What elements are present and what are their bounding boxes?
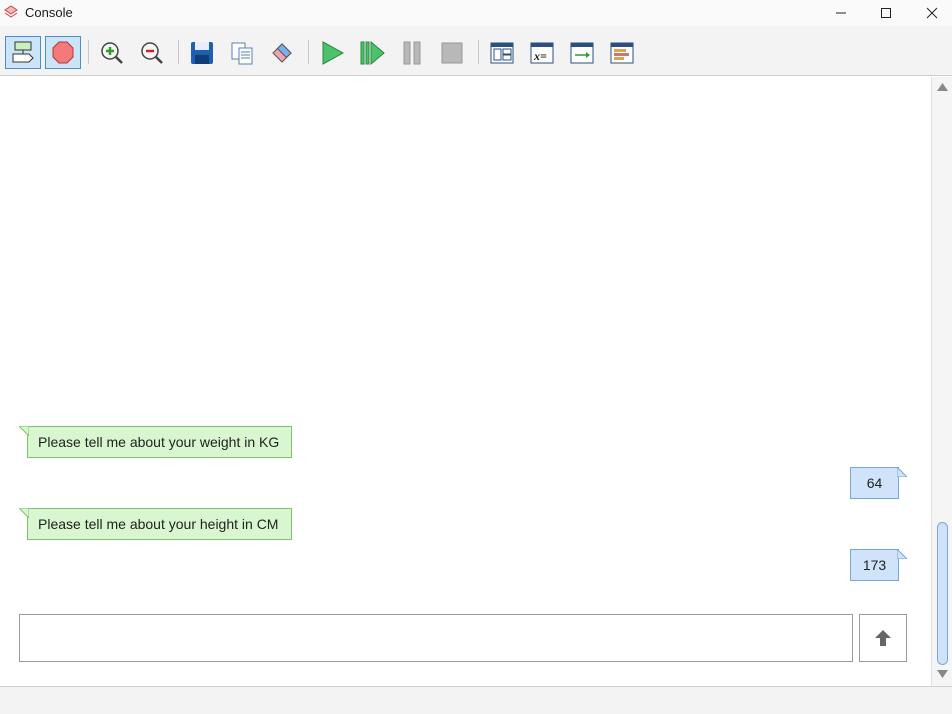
layout-icon (490, 42, 514, 63)
list-icon (610, 42, 634, 63)
breakpoint-button[interactable] (45, 36, 81, 69)
run-icon (322, 40, 345, 65)
stop-sign-icon (52, 41, 74, 63)
zoom-in-icon (101, 41, 123, 64)
toolbar: x= (0, 26, 952, 76)
svg-text:x=: x= (533, 49, 547, 63)
clear-button[interactable] (264, 36, 300, 69)
bubble-tail (897, 549, 907, 559)
list-button[interactable] (604, 36, 640, 69)
save-button[interactable] (184, 36, 220, 69)
output-icon (570, 42, 594, 63)
scroll-down-icon[interactable] (937, 670, 948, 678)
message-text: 173 (862, 557, 887, 573)
bubble-tail (897, 467, 907, 477)
scroll-up-icon[interactable] (937, 83, 948, 91)
message-text: Please tell me about your height in CM (38, 516, 279, 532)
output-button[interactable] (564, 36, 600, 69)
scroll-thumb[interactable] (937, 522, 948, 665)
step-icon (360, 40, 385, 65)
save-icon (191, 41, 213, 64)
message-input[interactable] (19, 614, 853, 662)
bubble-tail (19, 426, 29, 436)
answer-bubble: 173 (850, 549, 907, 581)
title-bar: Console (0, 0, 952, 26)
zoom-out-icon (141, 41, 163, 64)
variables-button[interactable]: x= (524, 36, 560, 69)
layout-button[interactable] (484, 36, 520, 69)
step-button[interactable] (354, 36, 390, 69)
copy-icon (231, 42, 253, 64)
stop-button[interactable] (434, 36, 470, 69)
app-icon (3, 4, 19, 20)
run-button[interactable] (314, 36, 350, 69)
toggle-flow-icon (12, 41, 34, 62)
up-arrow-icon (875, 630, 891, 646)
prompt-bubble: Please tell me about your weight in KG (19, 426, 292, 458)
message-text: Please tell me about your weight in KG (38, 434, 280, 450)
bubble-tail (19, 508, 29, 518)
maximize-button[interactable] (863, 0, 909, 26)
message-text: 64 (866, 475, 883, 491)
prompt-bubble: Please tell me about your height in CM (19, 508, 292, 540)
stop-icon (441, 42, 463, 63)
pause-icon (403, 41, 421, 64)
status-bar (0, 686, 952, 714)
vertical-scrollbar[interactable] (931, 77, 952, 686)
close-button[interactable] (909, 0, 952, 26)
copy-button[interactable] (224, 36, 260, 69)
minimize-button[interactable] (818, 0, 864, 26)
zoom-in-button[interactable] (94, 36, 130, 69)
zoom-out-button[interactable] (134, 36, 170, 69)
eraser-icon (272, 42, 292, 63)
toggle-flow-button[interactable] (5, 36, 41, 69)
console-window: Console x= Please tell me about your wei… (0, 0, 952, 714)
pause-button[interactable] (394, 36, 430, 69)
window-title: Console (25, 5, 73, 20)
variables-icon: x= (530, 42, 554, 63)
send-button[interactable] (859, 614, 907, 662)
answer-bubble: 64 (850, 467, 907, 499)
chat-area: Please tell me about your weight in KG 6… (0, 77, 931, 686)
